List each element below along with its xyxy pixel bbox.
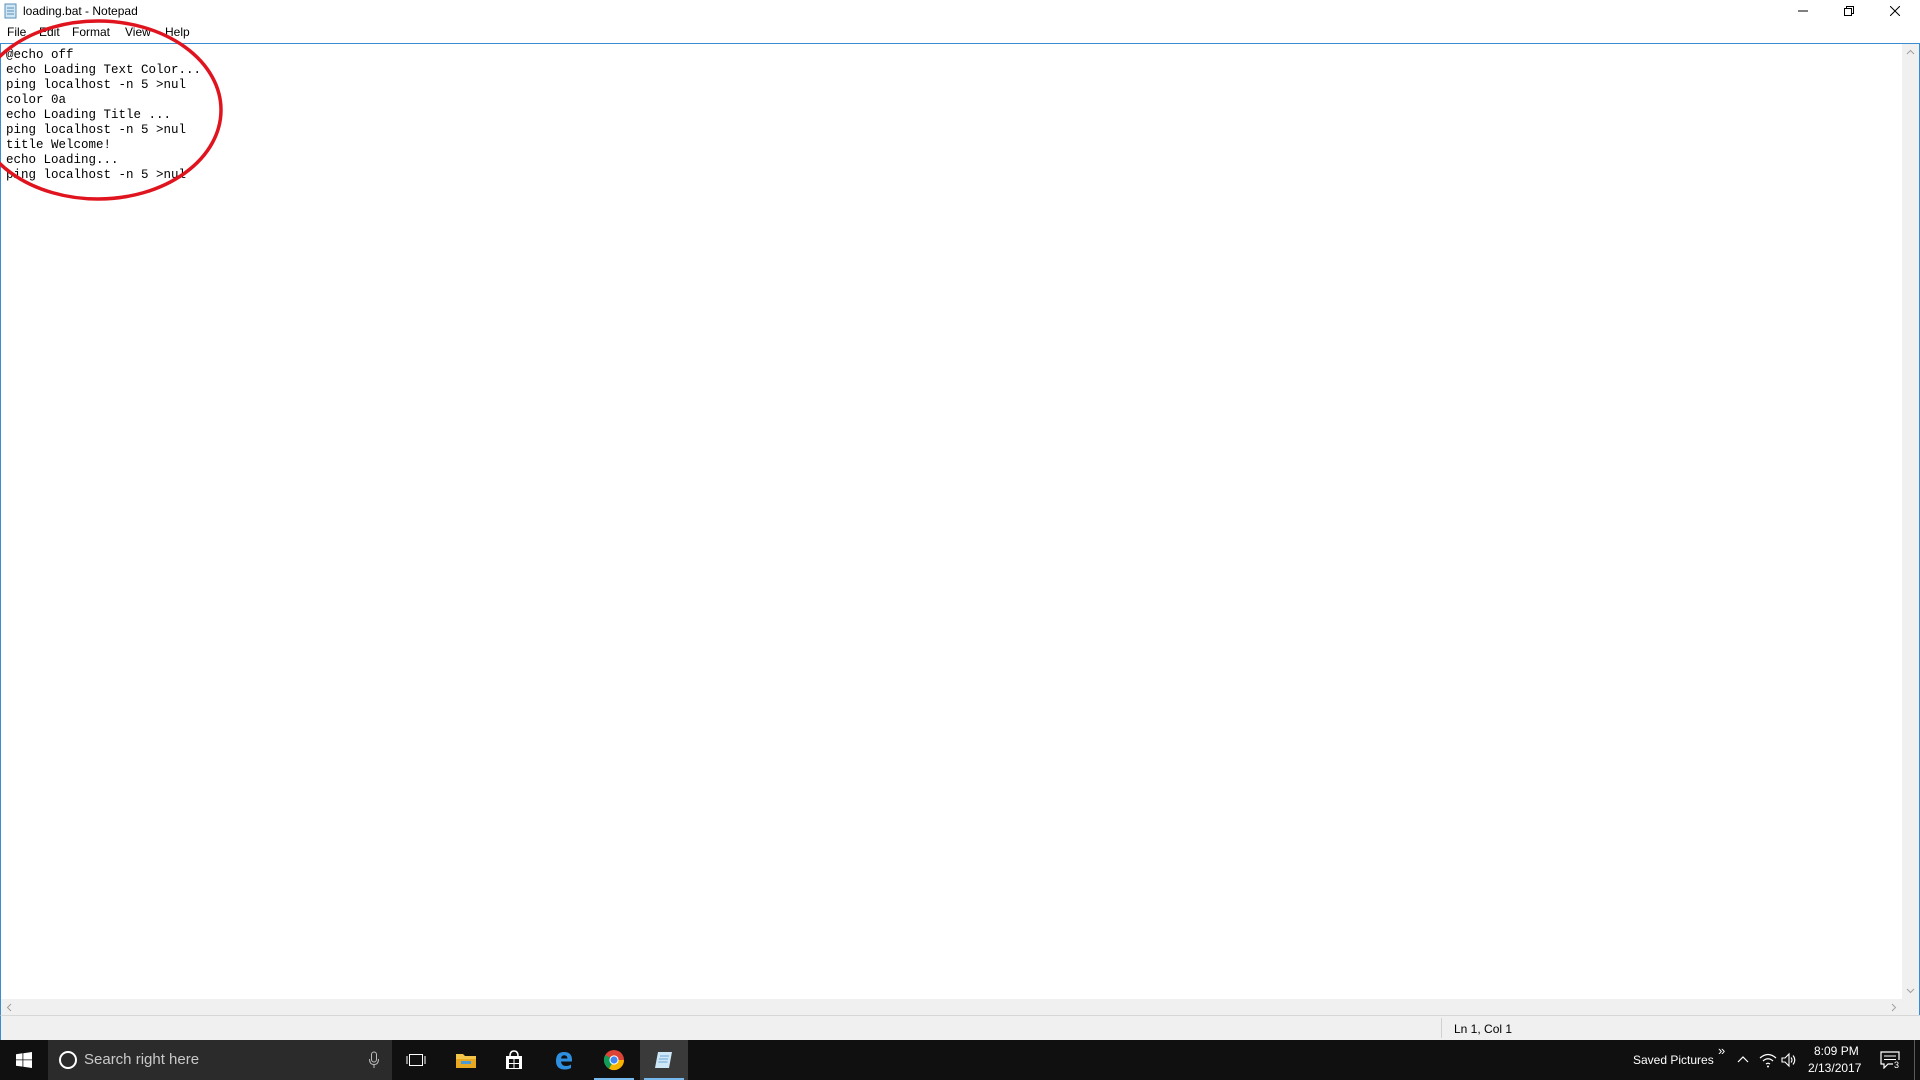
status-bar: Ln 1, Col 1 (0, 1015, 1920, 1040)
status-divider (1441, 1018, 1442, 1038)
close-icon (1890, 6, 1900, 16)
scroll-right-icon[interactable] (1885, 999, 1902, 1016)
scroll-left-icon[interactable] (1, 999, 18, 1016)
network-icon[interactable] (1759, 1052, 1777, 1068)
menu-help[interactable]: Help (165, 25, 190, 39)
store-button[interactable] (490, 1040, 538, 1080)
saved-pictures-toolbar[interactable]: Saved Pictures (1633, 1053, 1714, 1067)
start-icon (16, 1052, 32, 1068)
microphone-icon[interactable] (368, 1051, 380, 1069)
cursor-position: Ln 1, Col 1 (1454, 1022, 1513, 1036)
start-button[interactable] (0, 1040, 48, 1080)
vertical-scrollbar[interactable] (1902, 44, 1919, 999)
chrome-button[interactable] (590, 1040, 638, 1080)
show-hidden-icons-icon[interactable] (1736, 1053, 1750, 1067)
title-bar[interactable]: loading.bat - Notepad (0, 0, 1920, 22)
file-explorer-button[interactable] (442, 1040, 490, 1080)
file-explorer-icon (456, 1054, 476, 1068)
menu-edit[interactable]: Edit (39, 25, 60, 39)
clock-time[interactable]: 8:09 PM (1814, 1044, 1859, 1058)
search-placeholder: Search right here (84, 1051, 200, 1068)
edge-icon (556, 1052, 572, 1070)
restore-button[interactable] (1826, 0, 1872, 22)
scroll-corner (1902, 999, 1919, 1016)
restore-icon (1844, 6, 1854, 16)
taskbar: Search right here Saved Pictures » 8:09 … (0, 1040, 1920, 1080)
notepad-app-icon[interactable] (4, 3, 18, 19)
menu-file[interactable]: File (7, 25, 26, 39)
toolbar-overflow-chevron[interactable]: » (1718, 1043, 1725, 1058)
task-view-button[interactable] (392, 1040, 440, 1080)
editor-text[interactable]: @echo off echo Loading Text Color... pin… (6, 48, 1886, 996)
notepad-icon (655, 1052, 672, 1068)
edge-button[interactable] (540, 1040, 588, 1080)
store-icon (506, 1050, 522, 1069)
close-button[interactable] (1872, 0, 1918, 22)
chrome-icon (603, 1050, 625, 1071)
notepad-taskbar-button[interactable] (640, 1040, 688, 1080)
taskbar-search-box[interactable]: Search right here (48, 1040, 392, 1080)
action-center-button[interactable]: 3 (1872, 1048, 1902, 1074)
volume-icon[interactable] (1781, 1052, 1797, 1068)
show-desktop-button[interactable] (1914, 1040, 1915, 1080)
scroll-down-icon[interactable] (1902, 982, 1919, 999)
cortana-icon (59, 1051, 77, 1069)
menu-format[interactable]: Format (72, 25, 110, 39)
notepad-window: loading.bat - Notepad File Edit Format V… (0, 0, 1920, 1040)
text-editor[interactable]: @echo off echo Loading Text Color... pin… (0, 43, 1920, 1016)
window-title: loading.bat - Notepad (23, 4, 138, 18)
horizontal-scrollbar[interactable] (1, 999, 1902, 1016)
scroll-up-icon[interactable] (1902, 44, 1919, 61)
notification-count-badge: 3 (1893, 1060, 1901, 1070)
clock-date[interactable]: 2/13/2017 (1808, 1061, 1861, 1075)
menu-view[interactable]: View (125, 25, 151, 39)
minimize-button[interactable] (1780, 0, 1826, 22)
menu-bar: File Edit Format View Help (0, 22, 1920, 42)
minimize-icon (1798, 10, 1808, 12)
task-view-icon (406, 1054, 426, 1066)
